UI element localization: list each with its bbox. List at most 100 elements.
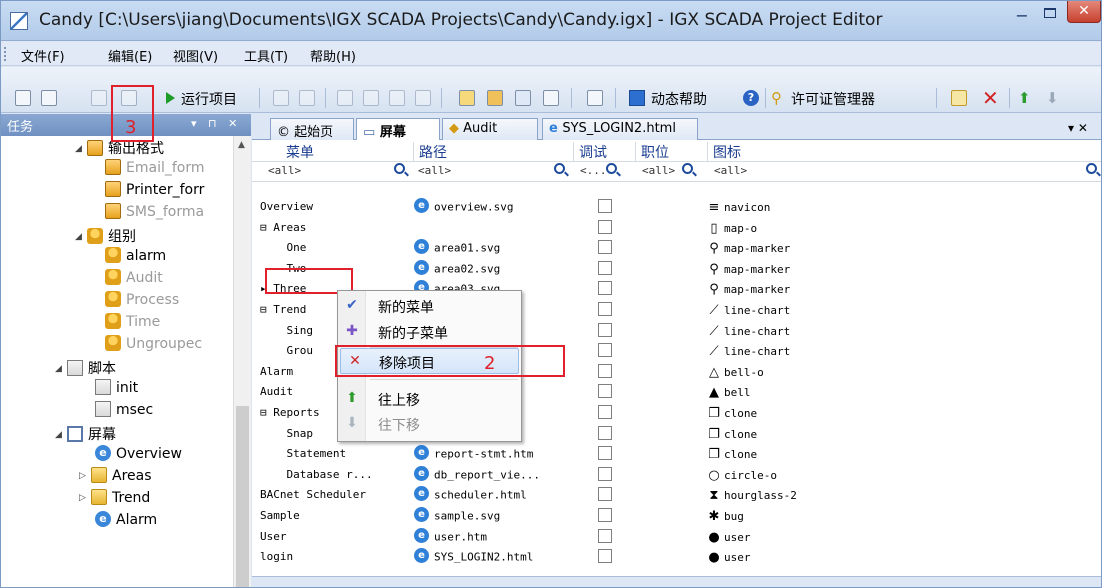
tab-screens[interactable]: ▭ 屏幕 (356, 118, 440, 141)
tab-audit[interactable]: ◆ Audit (442, 118, 538, 140)
run-project-button[interactable]: 运行项目 (181, 89, 237, 109)
debug-checkbox[interactable] (598, 508, 612, 522)
tree-item-ungrouped[interactable]: Ungroupec (105, 335, 202, 358)
move-up-icon[interactable]: ⬆ (1018, 89, 1031, 107)
license-icon[interactable]: ⚲ (771, 89, 782, 107)
debug-checkbox[interactable] (598, 425, 612, 440)
menu-view[interactable]: 视图(V) (173, 46, 218, 65)
minimize-button[interactable]: − (1011, 7, 1033, 27)
delete-icon[interactable] (415, 90, 431, 106)
open-project-icon[interactable] (41, 90, 57, 106)
redo-icon[interactable] (299, 90, 315, 106)
tree-item-printer-format[interactable]: Printer_forr (105, 181, 204, 204)
table-row[interactable]: User e user.htm ● user (252, 526, 1101, 547)
expand-icon[interactable]: ▷ (79, 471, 91, 481)
debug-checkbox[interactable] (598, 343, 612, 358)
debug-checkbox[interactable] (598, 466, 612, 481)
column-position[interactable]: 职位 (636, 142, 708, 162)
tree-item-scripts[interactable]: ◢ 脚本 (55, 358, 116, 380)
list-view-icon[interactable] (515, 90, 531, 106)
scroll-up-icon[interactable]: ▲ (238, 140, 245, 150)
column-debug[interactable]: 调试 (574, 142, 636, 162)
panel-controls[interactable]: ▾ ⊓ ✕ (191, 117, 241, 130)
column-icon[interactable]: 图标 (708, 142, 1101, 162)
collapse-icon[interactable]: ◢ (55, 364, 67, 374)
ctx-move-up[interactable]: ⬆ 往上移 (338, 386, 521, 412)
search-icon[interactable] (606, 163, 617, 174)
collapse-icon[interactable]: ◢ (75, 144, 87, 154)
debug-checkbox[interactable] (598, 528, 612, 543)
tab-start-page[interactable]: © 起始页 (270, 118, 354, 140)
dynamic-help-button[interactable]: 动态帮助 (651, 89, 707, 109)
debug-checkbox[interactable] (598, 281, 612, 296)
debug-checkbox[interactable] (598, 302, 612, 316)
filter-position[interactable]: <all> (642, 164, 675, 177)
table-row[interactable]: Database r... e db_report_vie... ○ circle-o (252, 464, 1101, 485)
search-icon[interactable] (394, 163, 405, 174)
tree-scrollbar[interactable]: ▲ (233, 136, 251, 587)
column-menu[interactable]: 菜单 (252, 142, 414, 162)
tree-item-sms-format[interactable]: SMS_forma (105, 203, 204, 226)
table-row[interactable]: Overview e overview.svg ≡ navicon (252, 196, 1101, 217)
ctx-move-down[interactable]: ⬇ 往下移 (338, 411, 521, 437)
save-icon[interactable] (91, 90, 107, 106)
tree-item-audit-group[interactable]: Audit (105, 269, 163, 292)
table-row[interactable]: ⊟ Areas ▯ map-o (252, 217, 1101, 238)
tree-item-msec-script[interactable]: msec (95, 401, 153, 424)
table-row[interactable]: Statement e report-stmt.htm ❐ clone (252, 443, 1101, 464)
debug-checkbox[interactable] (598, 219, 612, 234)
tree-item-time-group[interactable]: Time (105, 313, 160, 336)
tree-item-alarm-group[interactable]: alarm (105, 247, 166, 270)
filter-menu[interactable]: <all> (268, 164, 301, 177)
new-project-icon[interactable] (15, 90, 31, 106)
debug-checkbox[interactable] (598, 405, 612, 419)
tree-item-email-format[interactable]: Email_form (105, 159, 204, 182)
table-row[interactable]: login e SYS_LOGIN2.html ● user (252, 546, 1101, 567)
tree-item-alarm-screen[interactable]: e Alarm (95, 511, 157, 534)
dynamic-help-icon[interactable] (629, 90, 645, 106)
table-row[interactable]: BACnet Scheduler e scheduler.html ⧗ hourglas… (252, 484, 1101, 505)
remove-item-icon[interactable]: ✕ (982, 86, 999, 110)
collapse-icon[interactable]: ◢ (55, 430, 67, 440)
new-menu-icon[interactable] (951, 90, 967, 106)
ctx-new-submenu[interactable]: ✚ 新的子菜单 (338, 319, 521, 345)
search-icon[interactable] (1086, 163, 1097, 174)
run-icon[interactable] (166, 92, 175, 104)
menu-tools[interactable]: 工具(T) (244, 46, 288, 65)
paste-icon[interactable] (389, 90, 405, 106)
debug-checkbox[interactable] (598, 384, 612, 399)
license-manager-button[interactable]: 许可证管理器 (791, 89, 875, 109)
tree-item-groups[interactable]: ◢ 组别 (75, 226, 136, 248)
collapse-icon[interactable]: ◢ (75, 232, 87, 242)
menu-edit[interactable]: 编辑(E) (108, 46, 152, 65)
tree-item-trend-folder[interactable]: ▷ Trend (79, 489, 150, 512)
table-row[interactable]: Two e area02.svg ⚲ map-marker (252, 258, 1101, 279)
filter-icon[interactable]: <all> (714, 164, 747, 177)
debug-checkbox[interactable] (598, 240, 612, 255)
tab-sys-login[interactable]: e SYS_LOGIN2.html (542, 118, 698, 140)
debug-checkbox[interactable] (598, 549, 612, 564)
filter-path[interactable]: <all> (418, 164, 451, 177)
close-button[interactable]: ✕ (1067, 1, 1101, 23)
menu-help[interactable]: 帮助(H) (310, 46, 356, 65)
table-row[interactable]: Sample e sample.svg ✱ bug (252, 505, 1101, 526)
tree-item-process-group[interactable]: Process (105, 291, 179, 314)
debug-checkbox[interactable] (598, 446, 612, 461)
menu-file[interactable]: 文件(F) (21, 46, 65, 65)
maximize-button[interactable] (1035, 3, 1065, 25)
report-view-icon[interactable] (543, 90, 559, 106)
tree-item-screens[interactable]: ◢ 屏幕 (55, 424, 116, 446)
screens-view-icon[interactable] (459, 90, 475, 106)
debug-checkbox[interactable] (598, 322, 612, 337)
ctx-new-menu[interactable]: ✔ 新的菜单 (338, 293, 521, 319)
scrollbar-thumb[interactable] (236, 406, 249, 587)
debug-checkbox[interactable] (598, 199, 612, 213)
expand-icon[interactable]: ▷ (79, 493, 91, 503)
debug-checkbox[interactable] (598, 260, 612, 275)
copy-icon[interactable] (363, 90, 379, 106)
debug-checkbox[interactable] (598, 363, 612, 378)
help-icon[interactable]: ? (743, 90, 759, 106)
debug-checkbox[interactable] (598, 487, 612, 502)
undo-icon[interactable] (273, 90, 289, 106)
tree-item-overview-screen[interactable]: e Overview (95, 445, 182, 468)
